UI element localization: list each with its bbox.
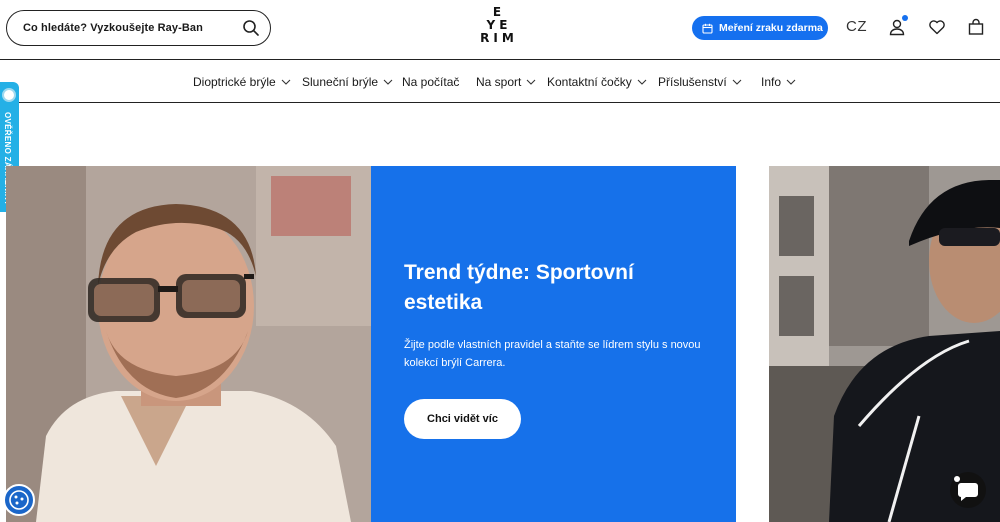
search-icon[interactable]	[242, 19, 260, 37]
hero-promo-panel: Trend týdne: Sportovní estetika Žijte po…	[371, 166, 736, 522]
bag-icon[interactable]	[967, 18, 985, 36]
chat-icon	[954, 476, 978, 501]
chevron-down-icon	[281, 79, 291, 85]
nav-item-sunglasses[interactable]: Sluneční brýle	[302, 75, 393, 89]
man-with-glasses-illustration	[6, 166, 371, 522]
site-header: Co hledáte? Vyzkoušejte Ray-Ban E YE RIM…	[0, 0, 1000, 60]
chevron-down-icon	[637, 79, 647, 85]
nav-item-label: Na počítač	[402, 75, 460, 89]
nav-item-contact-lenses[interactable]: Kontaktní čočky	[547, 75, 647, 89]
heart-icon[interactable]	[928, 18, 946, 36]
see-more-button[interactable]: Chci vidět víc	[404, 399, 521, 439]
chat-button[interactable]	[950, 472, 986, 508]
hero-description: Žijte podle vlastních pravidel a staňte …	[404, 339, 701, 369]
search-input[interactable]: Co hledáte? Vyzkoušejte Ray-Ban	[6, 10, 271, 46]
nav-item-info[interactable]: Info	[761, 75, 796, 89]
chevron-down-icon	[786, 79, 796, 85]
nav-item-prescription-glasses[interactable]: Dioptrické brýle	[193, 75, 291, 89]
chevron-down-icon	[383, 79, 393, 85]
eye-test-button[interactable]: Meření zraku zdarma	[692, 16, 828, 40]
nav-item-label: Info	[761, 75, 782, 89]
chevron-down-icon	[526, 79, 536, 85]
nav-item-label: Příslušenství	[658, 75, 727, 89]
hero-photo-sport-man[interactable]	[769, 166, 1000, 522]
site-logo[interactable]: E YE RIM	[478, 6, 520, 50]
chevron-down-icon	[732, 79, 742, 85]
nav-item-label: Sluneční brýle	[302, 75, 379, 89]
notification-dot	[902, 15, 908, 21]
language-switch[interactable]: CZ	[846, 18, 867, 35]
logo-line-3: RIM	[480, 31, 518, 45]
nav-item-accessories[interactable]: Příslušenství	[658, 75, 742, 89]
nav-item-label: Kontaktní čočky	[547, 75, 632, 89]
search-placeholder: Co hledáte? Vyzkoušejte Ray-Ban	[23, 22, 203, 34]
nav-item-computer-glasses[interactable]: Na počítač	[402, 75, 459, 89]
eye-test-label: Meření zraku zdarma	[719, 22, 823, 34]
verified-seal-icon	[2, 88, 16, 102]
sport-man-illustration	[769, 166, 1000, 522]
cookie-icon	[9, 490, 29, 510]
main-navigation: Dioptrické brýle Sluneční brýle Na počít…	[0, 61, 1000, 103]
hero-photo-man-glasses[interactable]	[6, 166, 371, 522]
nav-item-sport[interactable]: Na sport	[476, 75, 536, 89]
hero-title: Trend týdne: Sportovní estetika	[404, 261, 634, 314]
nav-item-label: Dioptrické brýle	[193, 75, 276, 89]
calendar-icon	[702, 23, 713, 34]
cookie-settings-button[interactable]	[3, 484, 35, 516]
nav-item-label: Na sport	[476, 75, 522, 89]
